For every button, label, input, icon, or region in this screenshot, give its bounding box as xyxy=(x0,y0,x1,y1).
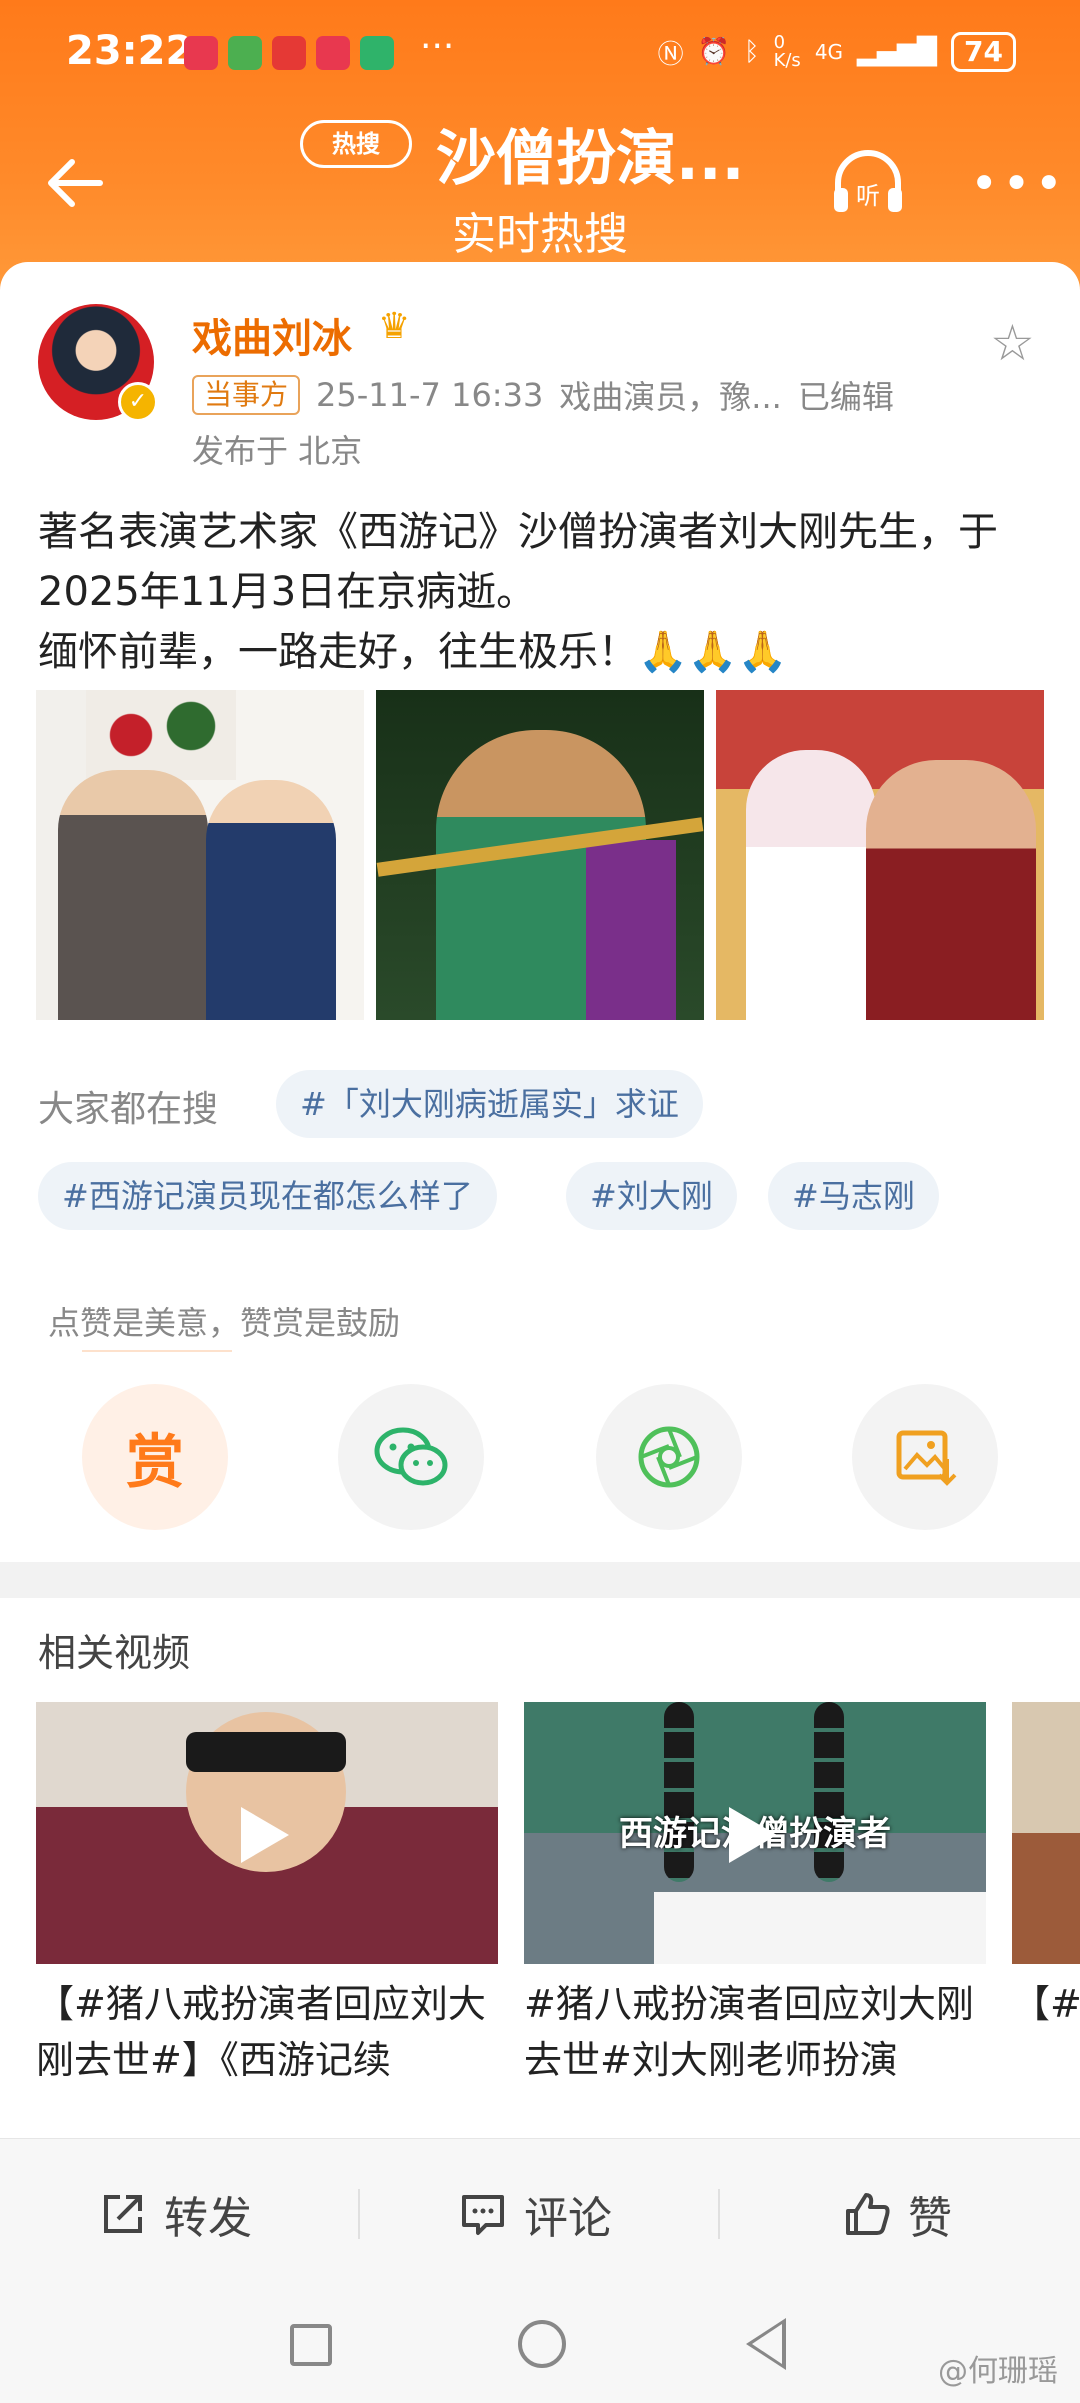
crown-icon: ♛ xyxy=(378,306,411,347)
divider xyxy=(718,2189,720,2239)
comment-label: 评论 xyxy=(524,2193,612,2244)
video-card[interactable]: 【#寺# xyxy=(1012,1702,1080,2088)
video-card[interactable]: 【#猪八戒扮演者回应刘大刚去世#】《西游记续 xyxy=(36,1702,498,2088)
moments-aperture-icon xyxy=(638,1426,700,1488)
nfc-icon: Ⓝ xyxy=(657,39,684,70)
header: 23:22 ··· Ⓝ ⏰ ᛒ 0 K/s 4G ▂▄▆█ 74 热搜 沙僧扮演… xyxy=(0,0,1080,300)
hot-search-badge: 热搜 xyxy=(300,120,412,168)
video-thumbnail[interactable] xyxy=(36,1702,498,1964)
listen-headphone-icon[interactable]: 听 xyxy=(828,148,908,218)
post-meta: 当事方 25-11-7 16:33 戏曲演员，豫... 已编辑 xyxy=(192,372,894,418)
network-speed: 0 K/s xyxy=(773,32,801,71)
post-photo[interactable] xyxy=(716,690,1044,1020)
video-title[interactable]: 【#猪八戒扮演者回应刘大刚去世#】《西游记续 xyxy=(36,1976,498,2088)
post-location: 发布于 北京 xyxy=(192,432,363,470)
more-options-icon[interactable]: ••• xyxy=(970,156,1067,212)
related-videos-title: 相关视频 xyxy=(38,1631,191,1675)
listen-label: 听 xyxy=(856,182,880,210)
comment-icon xyxy=(462,2195,504,2235)
favorite-star-icon[interactable]: ☆ xyxy=(990,314,1035,372)
wechat-icon xyxy=(374,1427,448,1486)
status-app-icons xyxy=(184,36,394,70)
hot-search-chip[interactable]: #刘大刚 xyxy=(566,1162,737,1230)
page-subtitle: 实时热搜 xyxy=(452,209,628,260)
watermark: @何珊瑶 xyxy=(938,2354,1058,2389)
hot-search-chip[interactable]: #马志刚 xyxy=(768,1162,939,1230)
bluetooth-icon: ᛒ xyxy=(743,37,760,67)
system-back-icon[interactable] xyxy=(746,2318,786,2370)
post-datetime: 25-11-7 16:33 xyxy=(316,376,544,414)
search-section-label: 大家都在搜 xyxy=(38,1089,219,1130)
play-icon xyxy=(241,1807,289,1863)
share-wechat-button[interactable] xyxy=(338,1384,484,1530)
photo-grid xyxy=(36,690,1044,1020)
divider xyxy=(358,2189,360,2239)
save-image-button[interactable] xyxy=(852,1384,998,1530)
app-notification-icon xyxy=(272,36,306,70)
play-icon xyxy=(729,1807,777,1863)
verified-badge-icon: ✓ xyxy=(118,382,158,422)
app-notification-icon xyxy=(360,36,394,70)
save-image-icon xyxy=(896,1430,957,1486)
post-text: 著名表演艺术家《西游记》沙僧扮演者刘大刚先生，于2025年11月3日在京病逝。 … xyxy=(38,509,998,675)
post-card: ✓ 戏曲刘冰 ♛ ☆ 当事方 25-11-7 16:33 戏曲演员，豫... 已… xyxy=(0,262,1080,1562)
video-card[interactable]: 西游记沙僧扮演者 #猪八戒扮演者回应刘大刚去世#刘大刚老师扮演 xyxy=(524,1702,986,2088)
comment-button[interactable]: 评论 xyxy=(458,2139,612,2289)
status-right: Ⓝ ⏰ ᛒ 0 K/s 4G ▂▄▆█ 74 xyxy=(658,32,1016,72)
alarm-icon: ⏰ xyxy=(697,37,730,67)
reward-button[interactable]: 赏 xyxy=(82,1384,228,1530)
signal-icon: ▂▄▆█ xyxy=(857,37,938,67)
recent-apps-icon[interactable] xyxy=(290,2324,332,2366)
nav-bar: 热搜 沙僧扮演... 实时热搜 听 ••• xyxy=(0,110,1080,260)
home-icon[interactable] xyxy=(518,2320,566,2368)
repost-icon xyxy=(104,2195,142,2233)
app-notification-icon xyxy=(184,36,218,70)
post-profession: 戏曲演员，豫... xyxy=(559,378,782,416)
status-more-indicator: ··· xyxy=(420,26,455,67)
edited-label[interactable]: 已编辑 xyxy=(798,372,894,418)
app-notification-icon xyxy=(316,36,350,70)
post-photo[interactable] xyxy=(376,690,704,1020)
like-button[interactable]: 赞 xyxy=(842,2139,952,2289)
post-photo[interactable] xyxy=(36,690,364,1020)
app-notification-icon xyxy=(228,36,262,70)
repost-label: 转发 xyxy=(164,2193,252,2244)
status-time: 23:22 xyxy=(66,28,194,74)
video-title[interactable]: 【#寺# xyxy=(1012,1976,1080,2088)
related-videos: 相关视频 【#猪八戒扮演者回应刘大刚去世#】《西游记续 西游记沙僧扮演者 #猪八… xyxy=(0,1598,1080,2138)
repost-button[interactable]: 转发 xyxy=(98,2139,252,2289)
video-thumbnail[interactable] xyxy=(1012,1702,1080,1964)
thumbs-up-icon xyxy=(846,2193,890,2235)
system-navigation-bar xyxy=(0,2288,1080,2403)
video-title[interactable]: #猪八戒扮演者回应刘大刚去世#刘大刚老师扮演 xyxy=(524,1976,986,2088)
page-title: 沙僧扮演... xyxy=(436,124,745,194)
party-tag: 当事方 xyxy=(192,375,301,415)
battery-indicator: 74 xyxy=(951,32,1016,72)
like-label: 赞 xyxy=(908,2193,952,2244)
bottom-action-bar: 转发 评论 赞 xyxy=(0,2138,1080,2288)
hot-search-chip[interactable]: #「刘大刚病逝属实」求证 xyxy=(276,1070,703,1138)
video-thumbnail[interactable]: 西游记沙僧扮演者 xyxy=(524,1702,986,1964)
share-moments-button[interactable] xyxy=(596,1384,742,1530)
hot-search-chip[interactable]: #西游记演员现在都怎么样了 xyxy=(38,1162,497,1230)
username[interactable]: 戏曲刘冰 xyxy=(192,306,352,364)
status-bar: 23:22 ··· Ⓝ ⏰ ᛒ 0 K/s 4G ▂▄▆█ 74 xyxy=(0,0,1080,110)
network-type: 4G xyxy=(814,40,844,64)
reward-hint: 点赞是美意，赞赏是鼓励 xyxy=(48,1304,401,1342)
reward-hint-underline xyxy=(82,1350,232,1352)
